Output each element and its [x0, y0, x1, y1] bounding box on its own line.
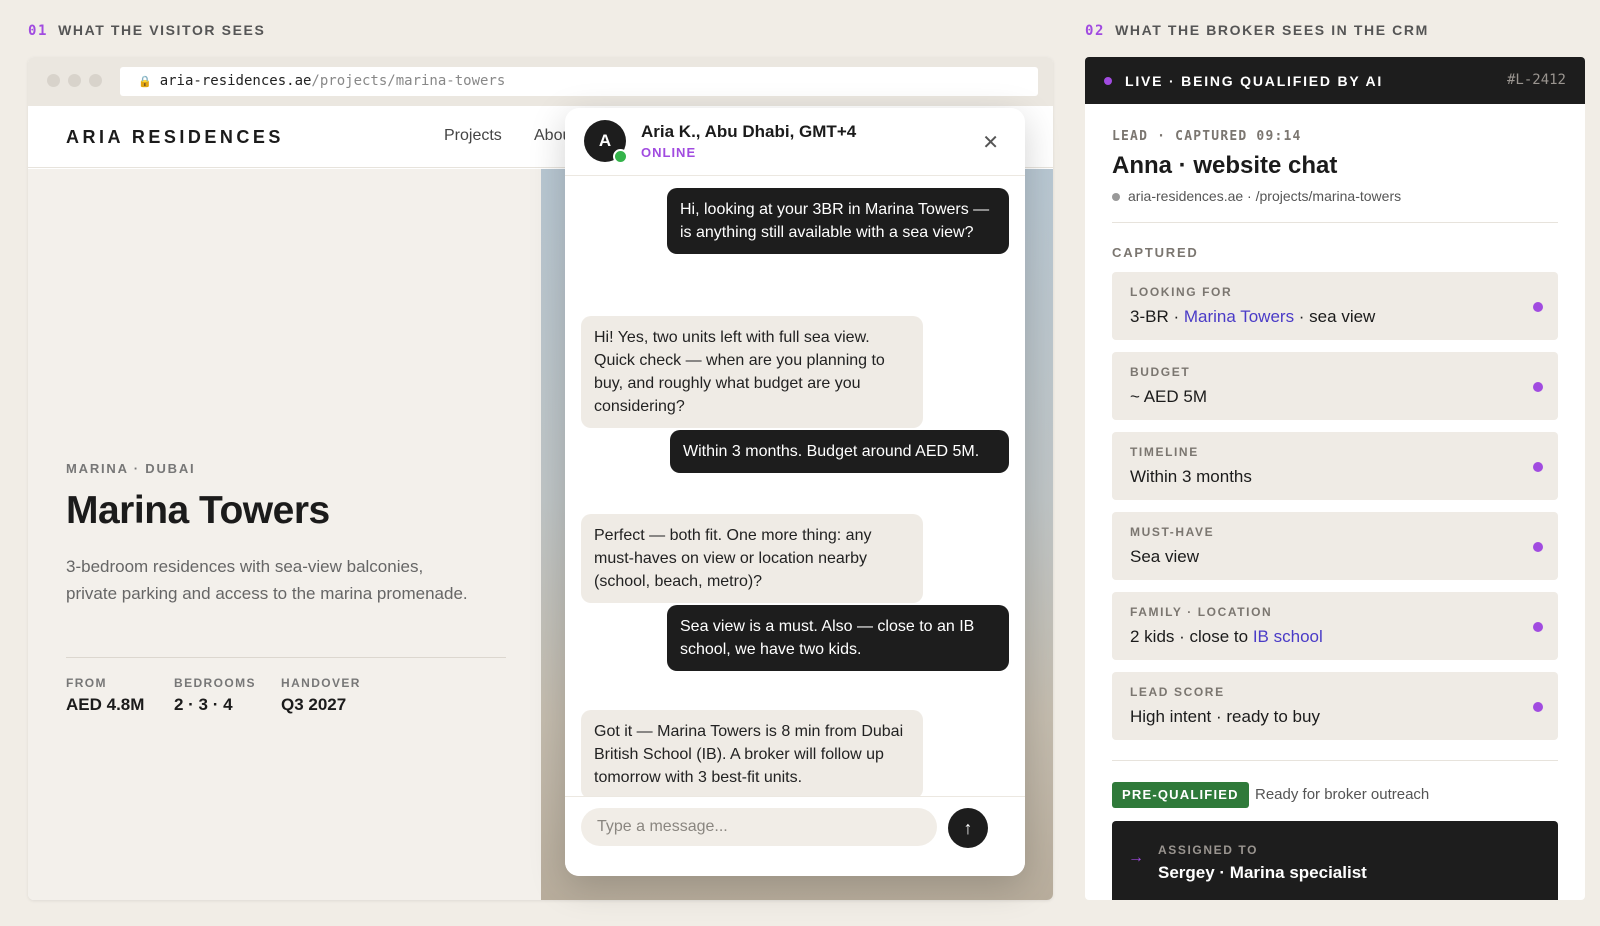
field-looking-for: LOOKING FOR 3-BR · Marina Towers · sea v…	[1112, 272, 1558, 340]
field-value: 2 kids · close to IB school	[1130, 627, 1323, 647]
crm-live-bar: LIVE · BEING QUALIFIED BY AI #L-2412	[1085, 57, 1585, 104]
field-label: LOOKING FOR	[1130, 285, 1233, 299]
stat-value: Q3 2027	[281, 695, 347, 714]
field-value-text: · sea view	[1294, 307, 1376, 326]
message-visitor: Within 3 months. Budget around AED 5M.	[670, 430, 1009, 473]
divider	[66, 657, 506, 658]
message-agent: Perfect — both fit. One more thing: any …	[581, 514, 923, 603]
stat-bedrooms: BEDROOMS 2 · 3 · 4	[174, 676, 256, 715]
section-number: 02	[1085, 23, 1106, 39]
status-dot-icon	[1533, 622, 1543, 632]
nav-link-projects[interactable]: Projects	[444, 127, 502, 145]
status-note: Ready for broker outreach	[1255, 786, 1430, 803]
field-label: MUST-HAVE	[1130, 525, 1215, 539]
stat-label: HANDOVER	[281, 676, 361, 690]
message-visitor: Hi, looking at your 3BR in Marina Towers…	[667, 188, 1009, 254]
field-lead-score: LEAD SCORE High intent · ready to buy	[1112, 672, 1558, 740]
status-dot-icon	[1533, 302, 1543, 312]
status-dot-icon	[1533, 702, 1543, 712]
source-dot-icon	[1112, 193, 1120, 202]
field-budget: BUDGET ~ AED 5M	[1112, 352, 1558, 420]
hero-content	[28, 169, 541, 900]
field-value: Sea view	[1130, 547, 1199, 566]
message-input[interactable]	[581, 808, 937, 846]
captured-header: CAPTURED	[1112, 245, 1199, 260]
address-bar[interactable]: 🔒 aria-residences.ae/projects/marina-towe…	[120, 67, 1038, 96]
url-path: /projects/marina-towers	[311, 73, 506, 89]
section-label-visitor: 01 WHAT THE VISITOR SEES	[28, 22, 265, 39]
message-agent: Got it — Marina Towers is 8 min from Dub…	[581, 710, 923, 799]
stat-from: FROM AED 4.8M	[66, 676, 144, 715]
field-value-text: 3-BR ·	[1130, 307, 1184, 326]
field-label: LEAD SCORE	[1130, 685, 1225, 699]
divider	[1112, 222, 1558, 223]
status-dot-icon	[1533, 542, 1543, 552]
lead-source: aria-residences.ae · /projects/marina-to…	[1112, 188, 1401, 204]
status-badge: PRE-QUALIFIED	[1112, 782, 1249, 808]
site-brand-logo[interactable]: ARIA RESIDENCES	[66, 127, 284, 148]
lock-icon: 🔒	[138, 75, 152, 88]
send-arrow-icon: ↑	[963, 818, 973, 838]
lead-meta: LEAD · CAPTURED 09:14	[1112, 129, 1302, 144]
field-label: TIMELINE	[1130, 445, 1199, 459]
status-dot-icon	[1533, 462, 1543, 472]
assigned-card[interactable]: → ASSIGNED TO Sergey · Marina specialist	[1112, 821, 1558, 900]
online-dot-icon	[613, 149, 628, 164]
live-dot-icon	[1104, 77, 1112, 85]
send-button[interactable]: ↑	[948, 808, 988, 848]
field-family-location: FAMILY · LOCATION 2 kids · close to IB s…	[1112, 592, 1558, 660]
field-value: 3-BR · Marina Towers · sea view	[1130, 307, 1375, 327]
field-label: FAMILY · LOCATION	[1130, 605, 1273, 619]
field-value-highlight: IB school	[1252, 627, 1323, 646]
window-control-dot[interactable]	[89, 74, 102, 87]
project-title: Marina Towers	[66, 489, 330, 532]
window-control-dot[interactable]	[47, 74, 60, 87]
field-value-highlight: Marina Towers	[1183, 307, 1295, 326]
lead-name: Anna · website chat	[1112, 152, 1338, 179]
message-agent: Hi! Yes, two units left with full sea vi…	[581, 316, 923, 428]
section-title: WHAT THE VISITOR SEES	[58, 22, 266, 38]
chat-widget: A Aria K., Abu Dhabi, GMT+4 ONLINE ✕ Hi,…	[565, 108, 1025, 876]
stat-value: 2 · 3 · 4	[174, 695, 233, 714]
section-number: 01	[28, 23, 49, 39]
divider	[1112, 760, 1558, 761]
field-value-text: 2 kids · close to	[1130, 627, 1253, 646]
close-icon[interactable]: ✕	[982, 130, 999, 155]
arrow-right-icon: →	[1128, 849, 1144, 866]
section-label-broker: 02 WHAT THE BROKER SEES IN THE CRM	[1085, 22, 1429, 39]
live-status: LIVE · BEING QUALIFIED BY AI	[1125, 73, 1384, 89]
stat-label: FROM	[66, 676, 107, 690]
assigned-value: Sergey · Marina specialist	[1158, 863, 1367, 882]
crm-panel: LIVE · BEING QUALIFIED BY AI #L-2412 LEA…	[1085, 57, 1585, 900]
field-must-have: MUST-HAVE Sea view	[1112, 512, 1558, 580]
assigned-label: ASSIGNED TO	[1158, 843, 1259, 857]
field-value: High intent · ready to buy	[1130, 707, 1320, 726]
stat-handover: HANDOVER Q3 2027	[281, 676, 361, 715]
window-control-dot[interactable]	[68, 74, 81, 87]
field-value: ~ AED 5M	[1130, 387, 1208, 406]
message-visitor: Sea view is a must. Also — close to an I…	[667, 605, 1009, 671]
stat-label: BEDROOMS	[174, 676, 256, 690]
field-timeline: TIMELINE Within 3 months	[1112, 432, 1558, 500]
section-title: WHAT THE BROKER SEES IN THE CRM	[1115, 22, 1429, 38]
avatar: A	[584, 120, 628, 164]
project-description: 3-bedroom residences with sea-view balco…	[66, 557, 468, 603]
lead-source-text: aria-residences.ae · /projects/marina-to…	[1128, 188, 1402, 204]
url-domain: aria-residences.ae	[159, 73, 312, 89]
project-location: MARINA · DUBAI	[66, 461, 196, 476]
avatar-initial: A	[598, 131, 612, 150]
status-dot-icon	[1533, 382, 1543, 392]
stat-value: AED 4.8M	[66, 695, 145, 714]
lead-id: #L-2412	[1506, 72, 1566, 88]
field-value: Within 3 months	[1130, 467, 1252, 486]
message-composer: ↑	[565, 796, 1025, 876]
field-label: BUDGET	[1130, 365, 1191, 379]
agent-status: ONLINE	[641, 145, 697, 160]
browser-toolbar: 🔒 aria-residences.ae/projects/marina-towe…	[28, 57, 1053, 106]
message-list[interactable]: Hi, looking at your 3BR in Marina Towers…	[565, 176, 1025, 799]
agent-name: Aria K., Abu Dhabi, GMT+4	[641, 122, 857, 141]
chat-header: A Aria K., Abu Dhabi, GMT+4 ONLINE ✕	[565, 108, 1025, 176]
